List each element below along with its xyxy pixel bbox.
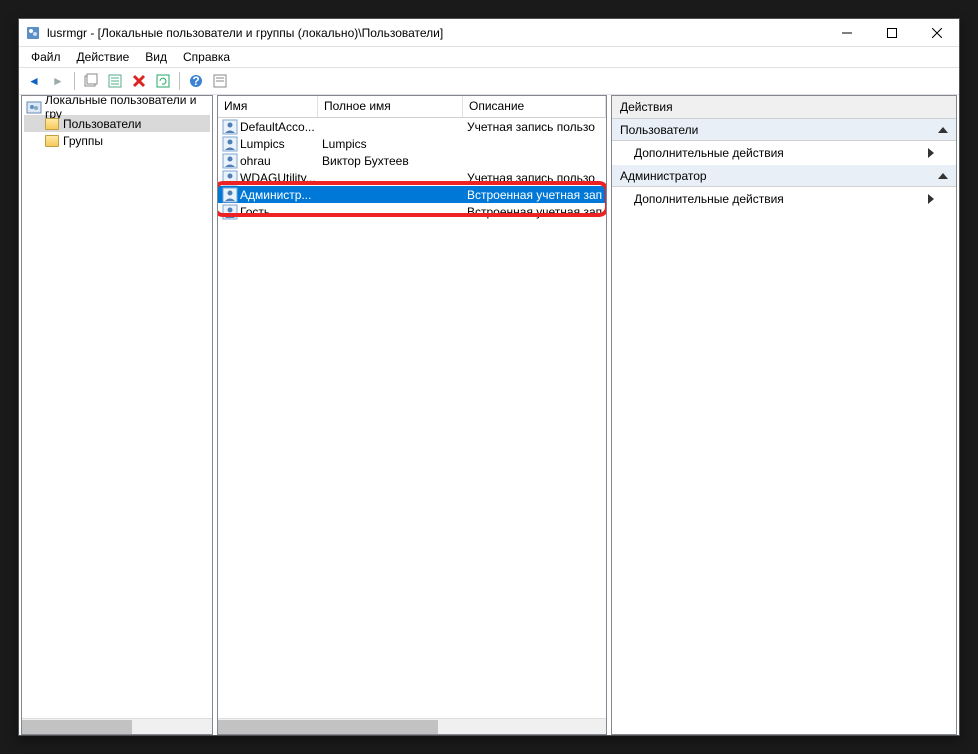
list-row[interactable]: Lumpics Lumpics	[218, 135, 606, 152]
user-icon	[222, 119, 238, 135]
list-pane: Имя Полное имя Описание DefaultAcco... Уч…	[217, 95, 607, 735]
app-window: lusrmgr - [Локальные пользователи и груп…	[18, 18, 960, 736]
actions-title: Действия	[612, 96, 956, 119]
toolbar: ◄ ► ?	[19, 67, 959, 95]
folder-icon	[44, 133, 60, 149]
back-button[interactable]: ◄	[23, 70, 45, 92]
cell-name: ohrau	[240, 154, 271, 168]
user-icon	[222, 136, 238, 152]
folder-icon	[44, 116, 60, 132]
refresh-button[interactable]	[152, 70, 174, 92]
new-button[interactable]	[80, 70, 102, 92]
minimize-button[interactable]	[824, 19, 869, 47]
cell-fullname: Lumpics	[322, 137, 367, 151]
list-row[interactable]: WDAGUtility... Учетная запись пользо	[218, 169, 606, 186]
delete-button[interactable]	[128, 70, 150, 92]
app-icon	[25, 25, 41, 41]
cell-desc: Встроенная учетная зап	[467, 205, 602, 219]
window-controls	[824, 19, 959, 47]
cell-fullname: Виктор Бухтеев	[322, 154, 409, 168]
users-groups-icon	[26, 99, 42, 115]
export-button[interactable]	[209, 70, 231, 92]
actions-section-label: Пользователи	[620, 123, 698, 137]
cell-name: WDAGUtility...	[240, 171, 316, 185]
menubar: Файл Действие Вид Справка	[19, 47, 959, 67]
list-row[interactable]: Администр... Встроенная учетная зап	[218, 186, 606, 203]
list-row[interactable]: ohrau Виктор Бухтеев	[218, 152, 606, 169]
list-row[interactable]: Гость Встроенная учетная зап	[218, 203, 606, 220]
actions-link-label: Дополнительные действия	[634, 146, 784, 160]
col-desc[interactable]: Описание	[463, 96, 606, 117]
actions-more-users[interactable]: Дополнительные действия	[612, 141, 956, 165]
menu-file[interactable]: Файл	[23, 48, 69, 66]
svg-text:?: ?	[192, 74, 199, 88]
cell-name: DefaultAcco...	[240, 120, 315, 134]
actions-section-admin[interactable]: Администратор	[612, 165, 956, 187]
tree: Локальные пользователи и гру Пользовател…	[22, 96, 212, 151]
cell-name: Администр...	[240, 188, 311, 202]
horizontal-scrollbar[interactable]	[22, 718, 212, 734]
forward-button[interactable]: ►	[47, 70, 69, 92]
tree-root[interactable]: Локальные пользователи и гру	[24, 98, 210, 115]
horizontal-scrollbar[interactable]	[218, 718, 606, 734]
actions-more-admin[interactable]: Дополнительные действия	[612, 187, 956, 211]
menu-action[interactable]: Действие	[69, 48, 138, 66]
window-title: lusrmgr - [Локальные пользователи и груп…	[47, 26, 824, 40]
actions-pane: Действия Пользователи Дополнительные дей…	[611, 95, 957, 735]
collapse-icon	[938, 173, 948, 179]
user-icon	[222, 187, 238, 203]
cell-desc: Встроенная учетная зап	[467, 188, 602, 202]
user-icon	[222, 153, 238, 169]
close-button[interactable]	[914, 19, 959, 47]
help-button[interactable]: ?	[185, 70, 207, 92]
cell-desc: Учетная запись пользо	[467, 171, 595, 185]
cell-name: Lumpics	[240, 137, 285, 151]
list-row[interactable]: DefaultAcco... Учетная запись пользо	[218, 118, 606, 135]
separator-icon	[179, 72, 180, 90]
collapse-icon	[938, 127, 948, 133]
actions-section-label: Администратор	[620, 169, 707, 183]
separator-icon	[74, 72, 75, 90]
col-name[interactable]: Имя	[218, 96, 318, 117]
actions-link-label: Дополнительные действия	[634, 192, 784, 206]
tree-users-label: Пользователи	[63, 117, 141, 131]
menu-view[interactable]: Вид	[137, 48, 175, 66]
tree-groups-label: Группы	[63, 134, 103, 148]
list-header: Имя Полное имя Описание	[218, 96, 606, 118]
actions-section-users[interactable]: Пользователи	[612, 119, 956, 141]
user-icon	[222, 170, 238, 186]
maximize-button[interactable]	[869, 19, 914, 47]
properties-button[interactable]	[104, 70, 126, 92]
user-icon	[222, 204, 238, 220]
cell-desc: Учетная запись пользо	[467, 120, 595, 134]
tree-pane: Локальные пользователи и гру Пользовател…	[21, 95, 213, 735]
col-fullname[interactable]: Полное имя	[318, 96, 463, 117]
cell-name: Гость	[240, 205, 270, 219]
titlebar: lusrmgr - [Локальные пользователи и груп…	[19, 19, 959, 47]
list-body: DefaultAcco...Учетная запись пользоLumpi…	[218, 118, 606, 718]
content-area: Локальные пользователи и гру Пользовател…	[19, 95, 959, 735]
menu-help[interactable]: Справка	[175, 48, 238, 66]
tree-item-groups[interactable]: Группы	[24, 132, 210, 149]
arrow-right-icon	[928, 148, 934, 158]
arrow-right-icon	[928, 194, 934, 204]
